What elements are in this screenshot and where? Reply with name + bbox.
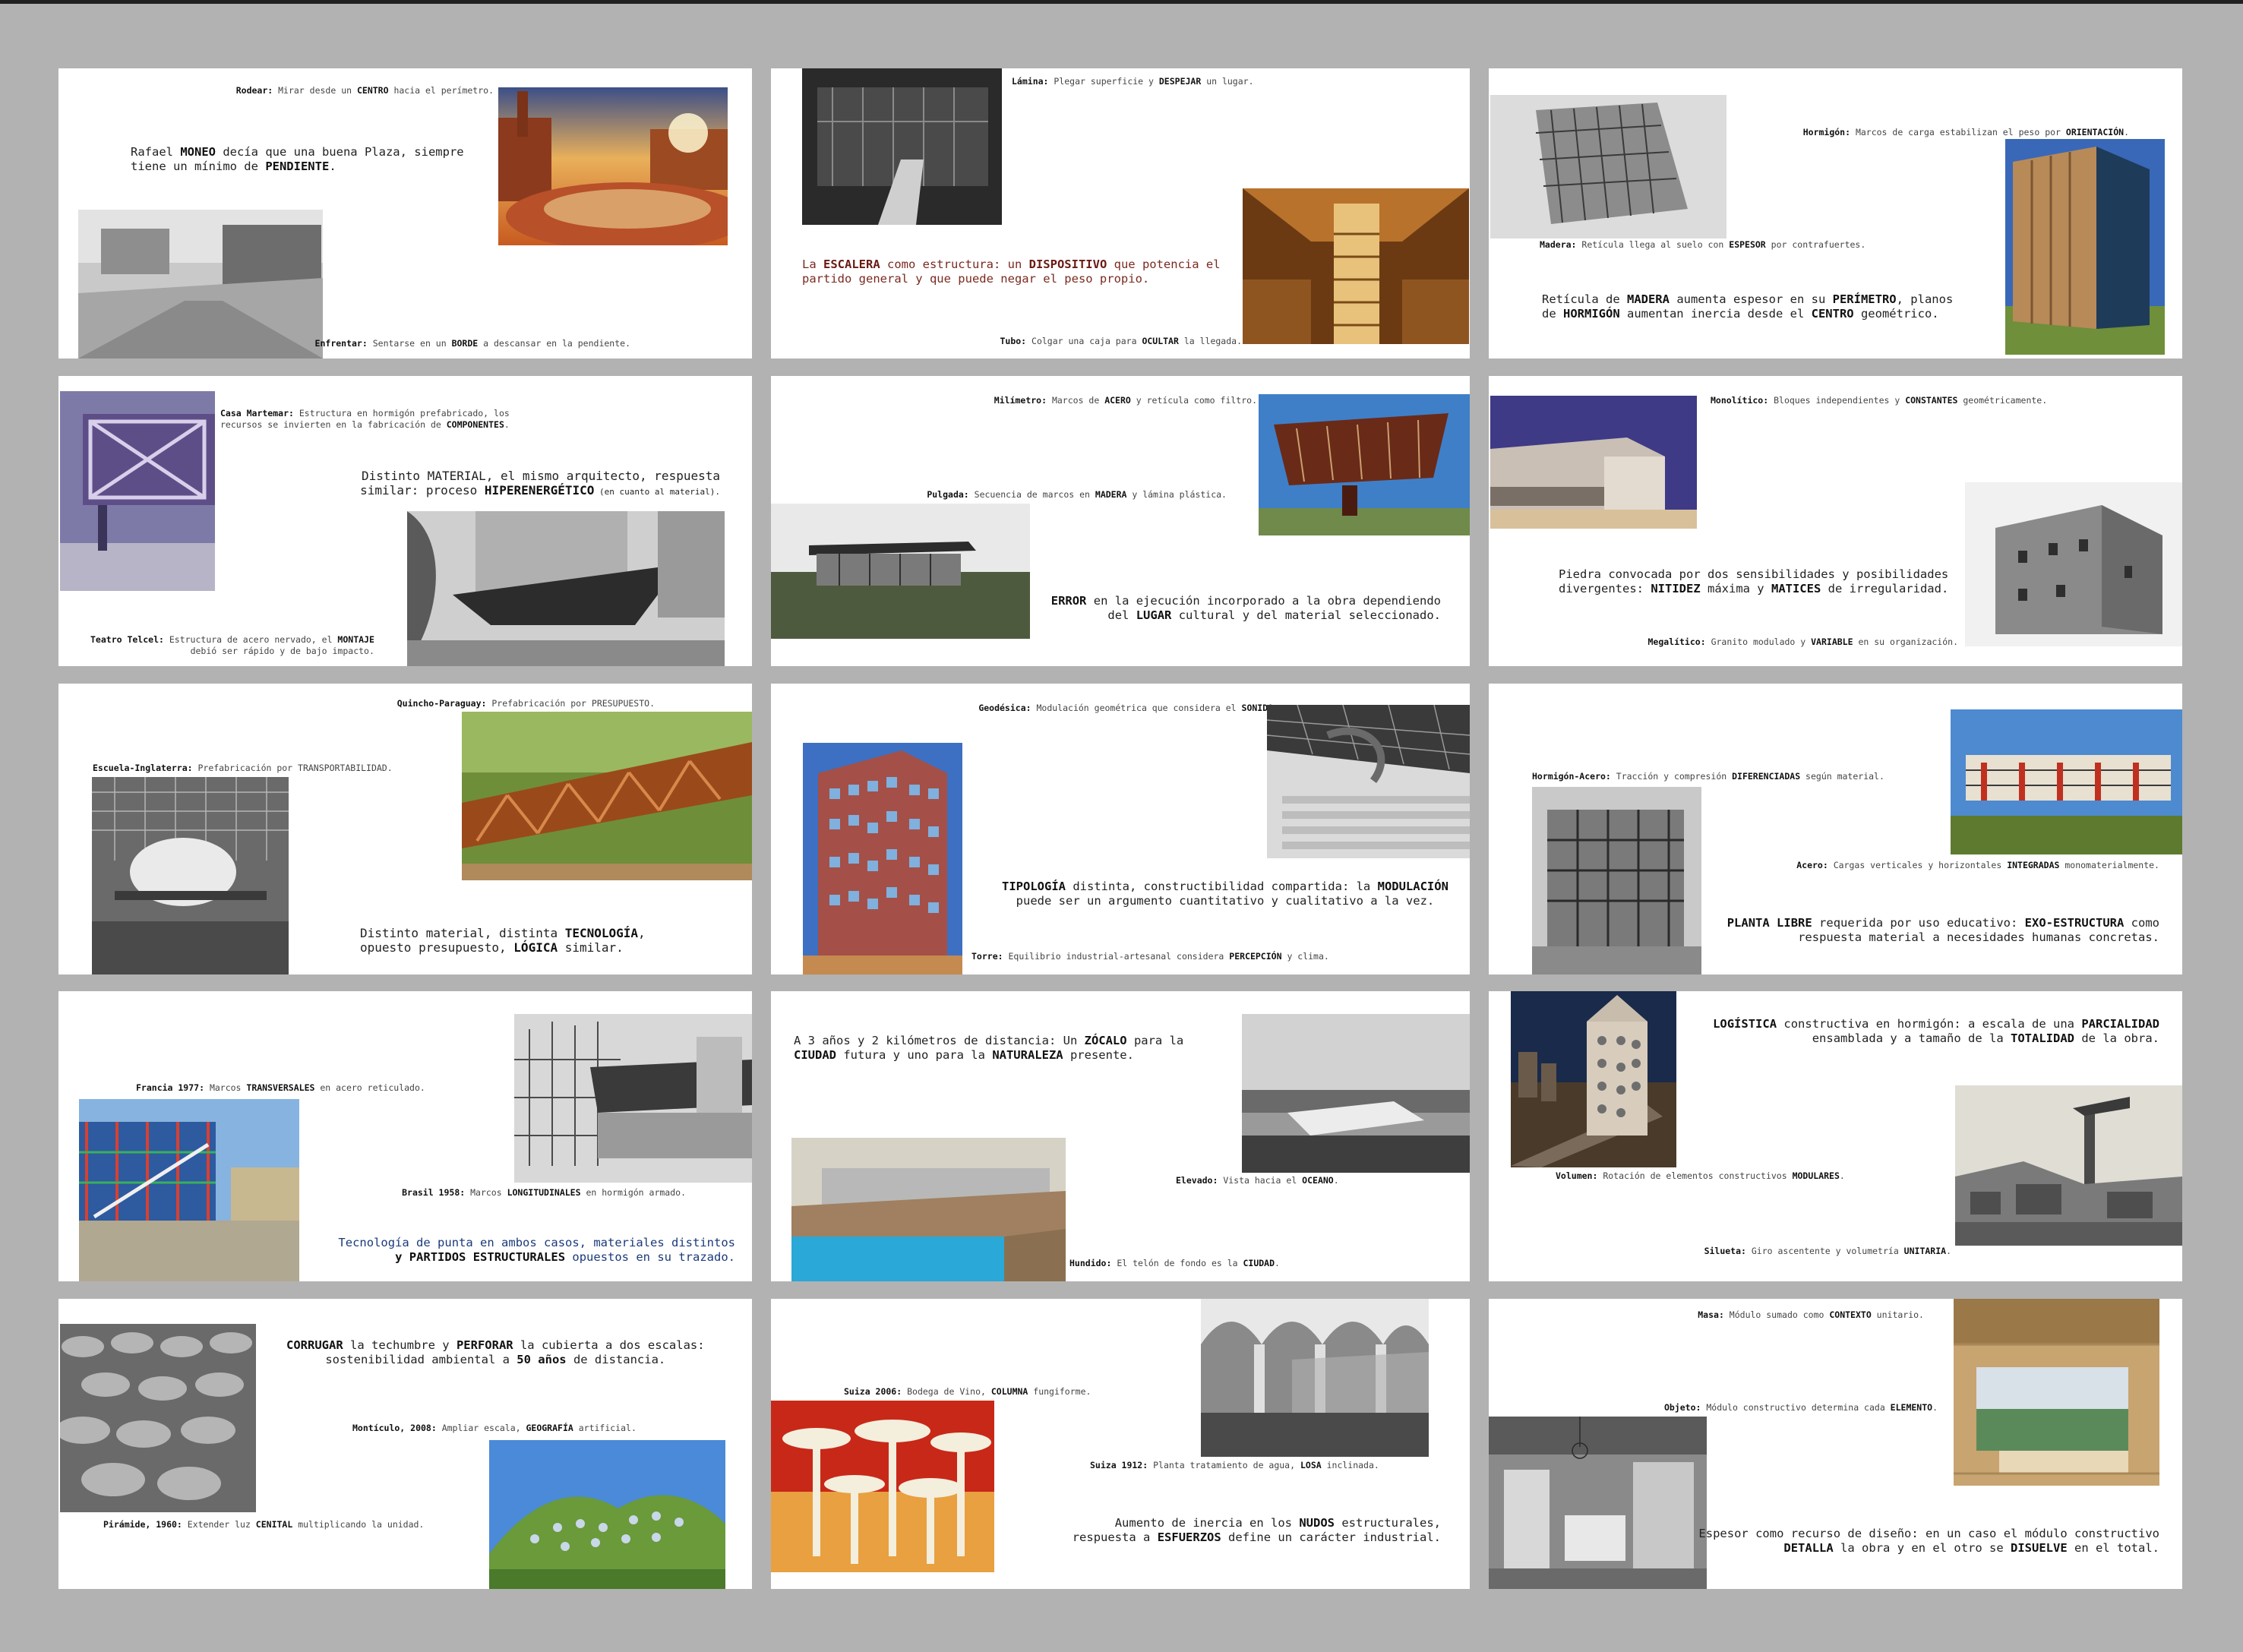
- caption-hundido: Hundido: El telón de fondo es la CIUDAD.: [1069, 1258, 1280, 1268]
- slide-text: Tecnología de punta en ambos casos, mate…: [338, 1236, 735, 1264]
- slide-text: La ESCALERA como estructura: un DISPOSIT…: [802, 257, 1221, 286]
- slide-tecnologia: Quincho-Paraguay: Prefabricación por PRE…: [58, 684, 752, 974]
- slide-text: TIPOLOGÍA distinta, constructibilidad co…: [1002, 880, 1448, 908]
- photo-monolitico: [1490, 396, 1697, 529]
- photo-hormigon-building: [2005, 139, 2165, 355]
- photo-suiza-1912: [1201, 1299, 1429, 1457]
- slide-text: CORRUGAR la techumbre y PERFORAR la cubi…: [286, 1338, 705, 1366]
- photo-pompidou-plaza: [78, 210, 323, 359]
- slide-text: Distinto MATERIAL, el mismo arquitecto, …: [360, 469, 720, 497]
- photo-megalitico: [1965, 482, 2182, 646]
- slide-plaza: Rodear: Mirar desde un CENTRO hacia el p…: [58, 68, 752, 359]
- slide-tecnologia-punta: Francia 1977: Marcos TRANSVERSALES en ac…: [58, 991, 752, 1281]
- photo-escuela-inglaterra: [92, 777, 289, 974]
- slide-text: Retícula de MADERA aumenta espesor en su…: [1542, 292, 1954, 321]
- photo-casa-martemar: [60, 391, 215, 591]
- photo-madera-grid: [1490, 95, 1726, 238]
- slide-nudos: Suiza 2006: Bodega de Vino, COLUMNA fung…: [771, 1299, 1470, 1589]
- photo-suiza-2006: [771, 1401, 994, 1572]
- photo-siena-piazza: [498, 87, 728, 245]
- photo-tubo-stairs: [1243, 188, 1469, 344]
- caption-masa: Masa: Módulo sumado como CONTEXTO unitar…: [1698, 1309, 1924, 1320]
- slide-text: Rafael MONEO decía que una buena Plaza, …: [131, 145, 464, 173]
- slide-error: Milímetro: Marcos de ACERO y retícula co…: [771, 376, 1470, 666]
- slide-zocalo: A 3 años y 2 kilómetros de distancia: Un…: [771, 991, 1470, 1281]
- photo-objeto: [1489, 1417, 1707, 1589]
- slide-madera-hormigon: Hormigón: Marcos de carga estabilizan el…: [1489, 68, 2182, 359]
- caption-volumen: Volumen: Rotación de elementos construct…: [1556, 1170, 1845, 1181]
- photo-torre: [803, 743, 962, 974]
- caption-quincho: Quincho-Paraguay: Prefabricación por PRE…: [396, 698, 655, 709]
- photo-acero-school: [1951, 709, 2182, 854]
- photo-quincho-paraguay: [462, 712, 752, 880]
- caption-acero: Acero: Cargas verticales y horizontales …: [1796, 860, 2159, 870]
- caption-francia: Francia 1977: Marcos TRANSVERSALES en ac…: [136, 1082, 425, 1093]
- photo-hormigon-acero-frame: [1532, 787, 1701, 974]
- caption-rodear: Rodear: Mirar desde un CENTRO hacia el p…: [235, 85, 494, 96]
- caption-piramide: Pirámide, 1960: Extender luz CENITAL mul…: [103, 1519, 425, 1530]
- slide-text: Distinto material, distinta TECNOLOGÍA, …: [360, 926, 646, 955]
- slide-text: LOGÍSTICA constructiva en hormigón: a es…: [1713, 1017, 2159, 1045]
- photo-geodesica-hall: [1267, 705, 1470, 858]
- photo-piramide-1960: [60, 1324, 256, 1512]
- slide-text: A 3 años y 2 kilómetros de distancia: Un…: [794, 1034, 1184, 1062]
- slide-escalera: Lámina: Plegar superficie y DESPEJAR un …: [771, 68, 1470, 359]
- caption-madera: Madera: Retícula llega al suelo con ESPE…: [1540, 239, 1866, 250]
- slide-text: PLANTA LIBRE requerida por uso educativo…: [1726, 916, 2159, 944]
- photo-hundido: [791, 1138, 1066, 1281]
- slide-material: Casa Martemar: Estructura en hormigón pr…: [58, 376, 752, 666]
- slide-text: Espesor como recurso de diseño: en un ca…: [1698, 1527, 2159, 1555]
- photo-masa: [1954, 1299, 2159, 1486]
- slide-planta-libre: Hormigón-Acero: Tracción y compresión DI…: [1489, 684, 2182, 974]
- caption-lamina: Lámina: Plegar superficie y DESPEJAR un …: [1012, 76, 1254, 87]
- caption-milimetro: Milímetro: Marcos de ACERO y retícula co…: [994, 395, 1257, 406]
- slide-text: Aumento de inercia en los NUDOS estructu…: [1072, 1516, 1441, 1544]
- caption-teatro-telcel: Teatro Telcel: Estructura de acero nerva…: [90, 634, 374, 656]
- caption-monticulo: Montículo, 2008: Ampliar escala, GEOGRAF…: [352, 1423, 637, 1433]
- photo-teatro-telcel: [407, 511, 725, 666]
- caption-tubo: Tubo: Colgar una caja para OCULTAR la ll…: [1000, 336, 1242, 346]
- caption-suiza-2006: Suiza 2006: Bodega de Vino, COLUMNA fung…: [844, 1386, 1091, 1397]
- caption-torre: Torre: Equilibrio industrial-artesanal c…: [971, 951, 1329, 962]
- photo-silueta: [1955, 1085, 2182, 1246]
- caption-pulgada: Pulgada: Secuencia de marcos en MADERA y…: [927, 489, 1227, 500]
- caption-enfrentar: Enfrentar: Sentarse en un BORDE a descan…: [314, 338, 630, 349]
- photo-brasil-1958: [514, 1014, 752, 1183]
- slide-logistica: LOGÍSTICA constructiva en hormigón: a es…: [1489, 991, 2182, 1281]
- caption-elevado: Elevado: Vista hacia el OCEANO.: [1176, 1175, 1339, 1186]
- caption-silueta: Silueta: Giro ascentente y volumetría UN…: [1704, 1246, 1951, 1256]
- caption-megalitico: Megalítico: Granito modulado y VARIABLE …: [1647, 636, 1958, 647]
- caption-hormigon-acero: Hormigón-Acero: Tracción y compresión DI…: [1532, 771, 1884, 782]
- caption-suiza-1912: Suiza 1912: Planta tratamiento de agua, …: [1090, 1460, 1379, 1470]
- photo-monticulo-2008: [489, 1440, 725, 1589]
- slide-tipologia: Geodésica: Modulación geométrica que con…: [771, 684, 1470, 974]
- slide-corrugar: CORRUGAR la techumbre y PERFORAR la cubi…: [58, 1299, 752, 1589]
- photo-milimetro-frames: [1259, 394, 1470, 535]
- caption-monolitico: Monolítico: Bloques independientes y CON…: [1711, 395, 2048, 406]
- photo-volumen: [1511, 991, 1676, 1167]
- photo-pulgada-house: [771, 504, 1030, 639]
- caption-brasil: Brasil 1958: Marcos LONGITUDINALES en ho…: [402, 1187, 686, 1198]
- photo-elevado: [1242, 1014, 1470, 1173]
- slide-text: Piedra convocada por dos sensibilidades …: [1559, 567, 1949, 595]
- slide-piedra: Monolítico: Bloques independientes y CON…: [1489, 376, 2182, 666]
- caption-objeto: Objeto: Módulo constructivo determina ca…: [1663, 1402, 1938, 1413]
- caption-geodesica: Geodésica: Modulación geométrica que con…: [978, 703, 1278, 713]
- photo-lamina-structure: [802, 68, 1002, 225]
- photo-francia-1977: [79, 1099, 299, 1281]
- slide-espesor: Masa: Módulo sumado como CONTEXTO unitar…: [1489, 1299, 2182, 1589]
- top-edge-line: [0, 0, 2243, 4]
- caption-hormigon: Hormigón: Marcos de carga estabilizan el…: [1802, 127, 2129, 137]
- caption-casa-martemar: Casa Martemar: Estructura en hormigón pr…: [220, 408, 510, 430]
- slide-text: ERROR en la ejecución incorporado a la o…: [1050, 594, 1441, 622]
- caption-escuela: Escuela-Inglaterra: Prefabricación por T…: [93, 763, 393, 773]
